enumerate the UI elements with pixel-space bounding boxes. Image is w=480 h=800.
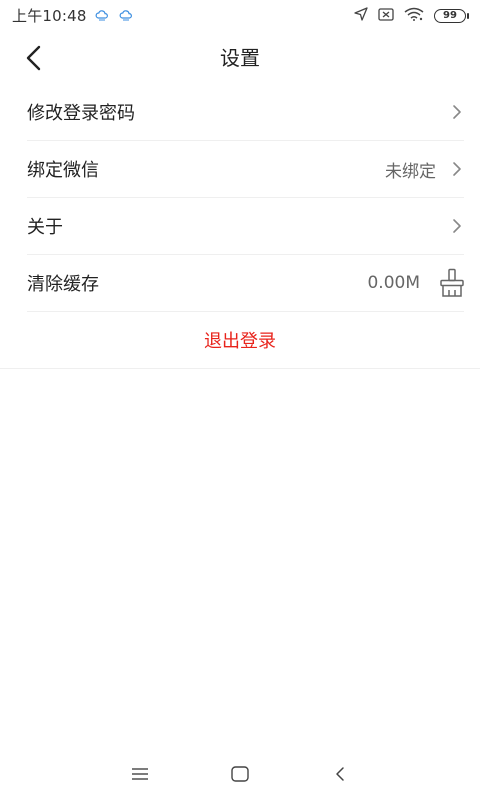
wechat-bind-status: 未绑定 [385,161,436,182]
bind-wechat-row[interactable]: 绑定微信 未绑定 [27,141,464,198]
back-icon [336,767,344,781]
clear-cache-row[interactable]: 清除缓存 0.00M [27,255,464,312]
cloud-icon [95,7,109,26]
broom-icon[interactable] [434,268,470,298]
no-sim-icon [378,6,394,25]
cloud-icon [119,7,133,26]
status-bar: 上午10:48 99 [0,0,480,30]
settings-list: 修改登录密码 绑定微信 未绑定 关于 清除缓存 0.00M 退出登录 [0,84,480,369]
logout-label: 退出登录 [204,331,276,352]
app-header: 设置 [0,30,480,82]
cache-size: 0.00M [367,273,420,293]
nav-menu-button[interactable] [124,758,156,790]
row-label: 清除缓存 [27,274,99,295]
row-label: 关于 [27,217,63,238]
logout-button[interactable]: 退出登录 [0,312,480,369]
menu-icon [132,768,148,780]
row-label: 修改登录密码 [27,103,135,124]
battery-indicator: 99 [434,8,469,23]
chevron-right-icon [450,218,464,234]
status-notification-icons [95,7,133,26]
wifi-icon [404,6,424,25]
row-label: 绑定微信 [27,160,99,181]
change-password-row[interactable]: 修改登录密码 [27,84,464,141]
location-icon [354,6,368,25]
status-system-icons: 99 [354,6,469,25]
chevron-right-icon [450,161,464,177]
nav-home-button[interactable] [224,758,256,790]
chevron-right-icon [450,104,464,120]
page-title: 设置 [220,46,260,70]
system-nav-bar [0,748,480,800]
nav-back-button[interactable] [324,758,356,790]
home-icon [231,766,249,782]
about-row[interactable]: 关于 [27,198,464,255]
status-time: 上午10:48 [12,7,87,25]
settings-screen: 上午10:48 99 设置 修改登录密码 绑定微信 未绑定 关于 清除缓存 0.… [0,0,480,800]
